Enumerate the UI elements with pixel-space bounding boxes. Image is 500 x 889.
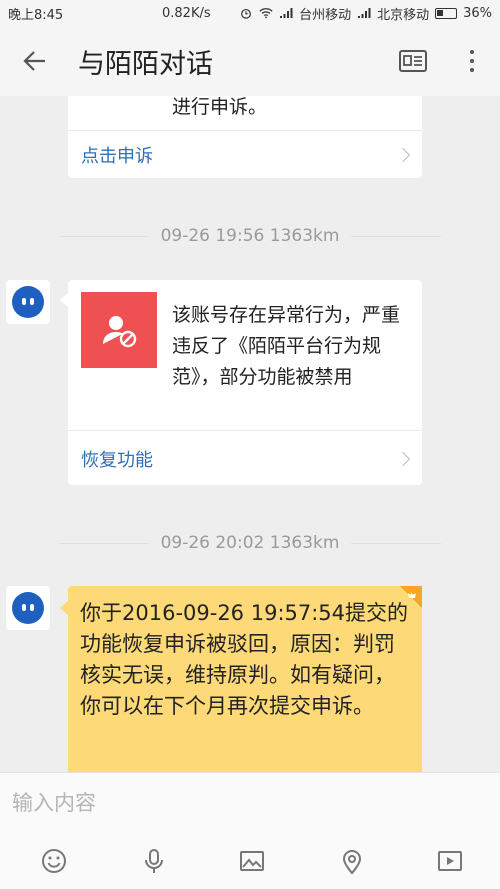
ban-tile [81, 292, 157, 368]
microphone-icon [145, 849, 163, 873]
video-button[interactable] [432, 843, 468, 879]
battery-level: 36% [463, 5, 492, 21]
more-dot [470, 50, 474, 54]
more-button[interactable] [460, 46, 484, 76]
page-title: 与陌陌对话 [78, 48, 213, 80]
back-button[interactable] [0, 26, 70, 96]
status-time: 晚上8:45 [8, 7, 64, 23]
more-dot [470, 68, 474, 72]
prev-card-text: 进行申诉。 [172, 96, 268, 118]
signal-icon [280, 8, 293, 18]
timestamp-line [351, 235, 442, 237]
emoji-icon [42, 849, 66, 873]
prev-appeal-card: 进行申诉。 点击申诉 [68, 96, 422, 178]
image-icon [240, 851, 264, 871]
status-right: 台州移动 北京移动 36% [239, 4, 492, 23]
more-dot [470, 59, 474, 63]
battery-icon [435, 7, 458, 19]
input-toolbar [0, 843, 500, 887]
timestamp-line [351, 542, 442, 544]
chat-header: 与陌陌对话 [0, 26, 500, 96]
chat-area[interactable]: 进行申诉。 点击申诉 09-26 19:56 1363km 该账号存在异常行为，… [0, 96, 500, 772]
alarm-icon [241, 8, 251, 19]
timestamp-line [58, 235, 149, 237]
notice-text: 你于2016-09-26 19:57:54提交的功能恢复申诉被驳回，原因：判罚核… [80, 601, 409, 718]
network-speed: 0.82K/s [162, 5, 211, 21]
input-area: 输入内容 [0, 772, 500, 889]
location-button[interactable] [334, 843, 370, 879]
ban-message: 该账号存在异常行为，严重违反了《陌陌平台行为规范》，部分功能被禁用 [172, 304, 401, 388]
timestamp: 09-26 19:56 1363km [0, 226, 500, 246]
timestamp-line [58, 542, 149, 544]
card-divider [68, 430, 422, 431]
chevron-right-icon [395, 147, 411, 163]
wifi-icon [259, 8, 273, 19]
appeal-link[interactable]: 点击申诉 [81, 142, 153, 168]
emoji-button[interactable] [36, 843, 72, 879]
momo-logo-icon [12, 592, 44, 624]
card-divider [68, 130, 422, 131]
profile-button[interactable] [398, 48, 428, 74]
timestamp-text: 09-26 19:56 1363km [160, 226, 340, 246]
user-blocked-icon [103, 316, 137, 348]
profile-card-icon [399, 50, 427, 72]
appeal-rejected-bubble[interactable]: 你于2016-09-26 19:57:54提交的功能恢复申诉被驳回，原因：判罚核… [68, 586, 422, 772]
timestamp-text: 09-26 20:02 1363km [160, 533, 340, 553]
location-icon [342, 850, 362, 875]
avatar[interactable] [6, 280, 50, 324]
crown-badge-icon [400, 586, 422, 608]
carrier-2: 北京移动 [377, 7, 430, 23]
message-input[interactable]: 输入内容 [12, 787, 488, 823]
avatar[interactable] [6, 586, 50, 630]
video-icon [438, 851, 462, 871]
restore-link[interactable]: 恢复功能 [81, 446, 153, 472]
chevron-right-icon [395, 451, 411, 467]
voice-button[interactable] [136, 843, 172, 879]
momo-logo-icon [12, 286, 44, 318]
timestamp: 09-26 20:02 1363km [0, 533, 500, 553]
carrier-1: 台州移动 [299, 7, 352, 23]
ban-notice-card: 该账号存在异常行为，严重违反了《陌陌平台行为规范》，部分功能被禁用 恢复功能 [68, 280, 422, 485]
status-bar: 晚上8:45 0.82K/s 台州移动 北京移动 36% [0, 0, 500, 26]
image-button[interactable] [234, 843, 270, 879]
arrow-left-icon [23, 51, 45, 71]
signal-icon-2 [358, 8, 371, 18]
